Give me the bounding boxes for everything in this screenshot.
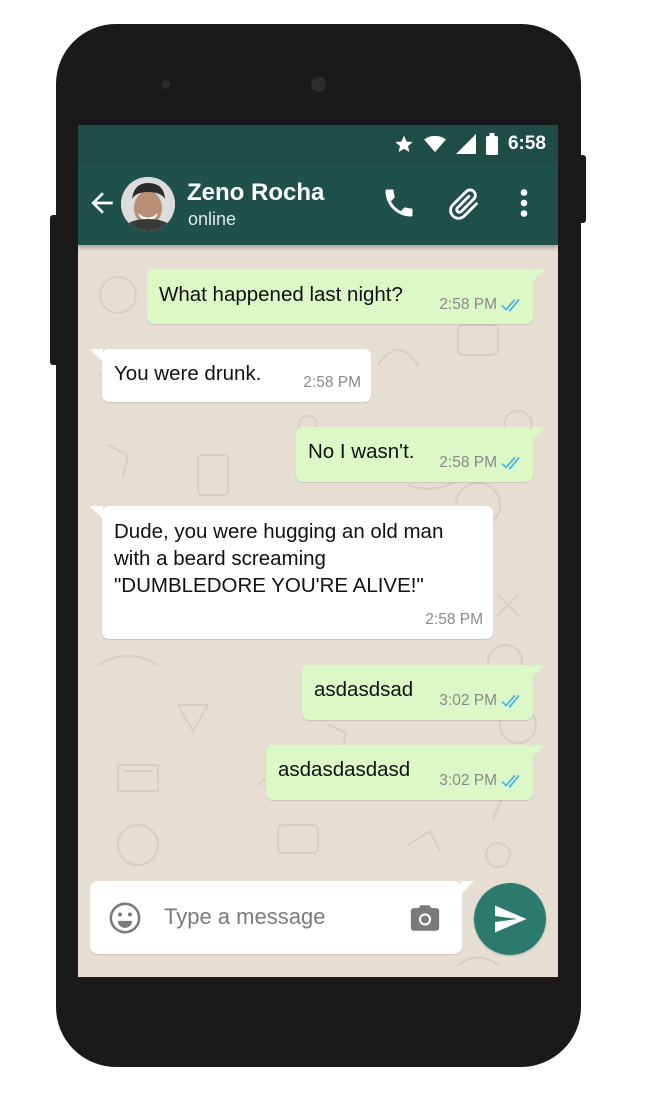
double-check-icon [501,774,520,788]
star-icon [395,135,413,153]
send-button[interactable] [474,883,546,955]
send-icon [495,905,527,933]
message-time: 3:02 PM [439,772,497,789]
message-incoming[interactable]: You were drunk. 2:58 PM [90,349,371,402]
battery-icon [485,133,498,155]
message-outgoing[interactable]: asdasdsad 3:02 PM [302,665,545,720]
message-text: What happened last night? [159,283,403,306]
message-time: 2:58 PM [439,454,497,471]
contact-status: online [188,209,237,229]
message-composer [90,881,474,954]
paperclip-icon[interactable] [445,185,481,221]
message-outgoing[interactable]: What happened last night? 2:58 PM [147,269,545,324]
status-time: 6:58 [507,133,546,154]
status-bar: 6:58 [78,125,558,163]
emoji-icon[interactable] [108,901,142,935]
double-check-icon [501,694,520,708]
chat-header: Zeno Rocha online [78,163,558,245]
message-text: Dude, you were hugging an old man with a… [114,520,444,597]
message-text: No I wasn't. [308,440,415,463]
message-time: 2:58 PM [303,374,361,391]
message-time: 3:02 PM [439,692,497,709]
phone-side-button-left [50,215,58,365]
message-text: asdasdasdasd [278,758,411,781]
back-arrow-icon[interactable] [86,187,118,219]
avatar[interactable] [121,177,175,231]
message-incoming[interactable]: Dude, you were hugging an old man with a… [90,506,493,639]
message-time: 2:58 PM [425,611,483,628]
phone-camera [311,77,326,92]
contact-name[interactable]: Zeno Rocha [187,179,324,207]
signal-icon [455,134,476,154]
wifi-icon [424,135,446,153]
message-outgoing[interactable]: No I wasn't. 2:58 PM [296,427,545,482]
double-check-icon [501,456,520,470]
message-time: 2:58 PM [439,296,497,313]
message-outgoing[interactable]: asdasdasdasd 3:02 PM [266,745,545,800]
phone-icon[interactable] [381,185,417,221]
message-text: asdasdsad [314,678,414,701]
double-check-icon [501,298,520,312]
message-text: You were drunk. [114,362,262,385]
more-vert-icon[interactable] [506,185,542,221]
phone-side-button-right [579,155,586,223]
camera-icon[interactable] [408,901,442,935]
chat-screen: 6:58 Zeno Rocha online What happened las… [78,125,558,977]
message-input[interactable] [164,899,396,935]
phone-sensor [161,80,170,89]
